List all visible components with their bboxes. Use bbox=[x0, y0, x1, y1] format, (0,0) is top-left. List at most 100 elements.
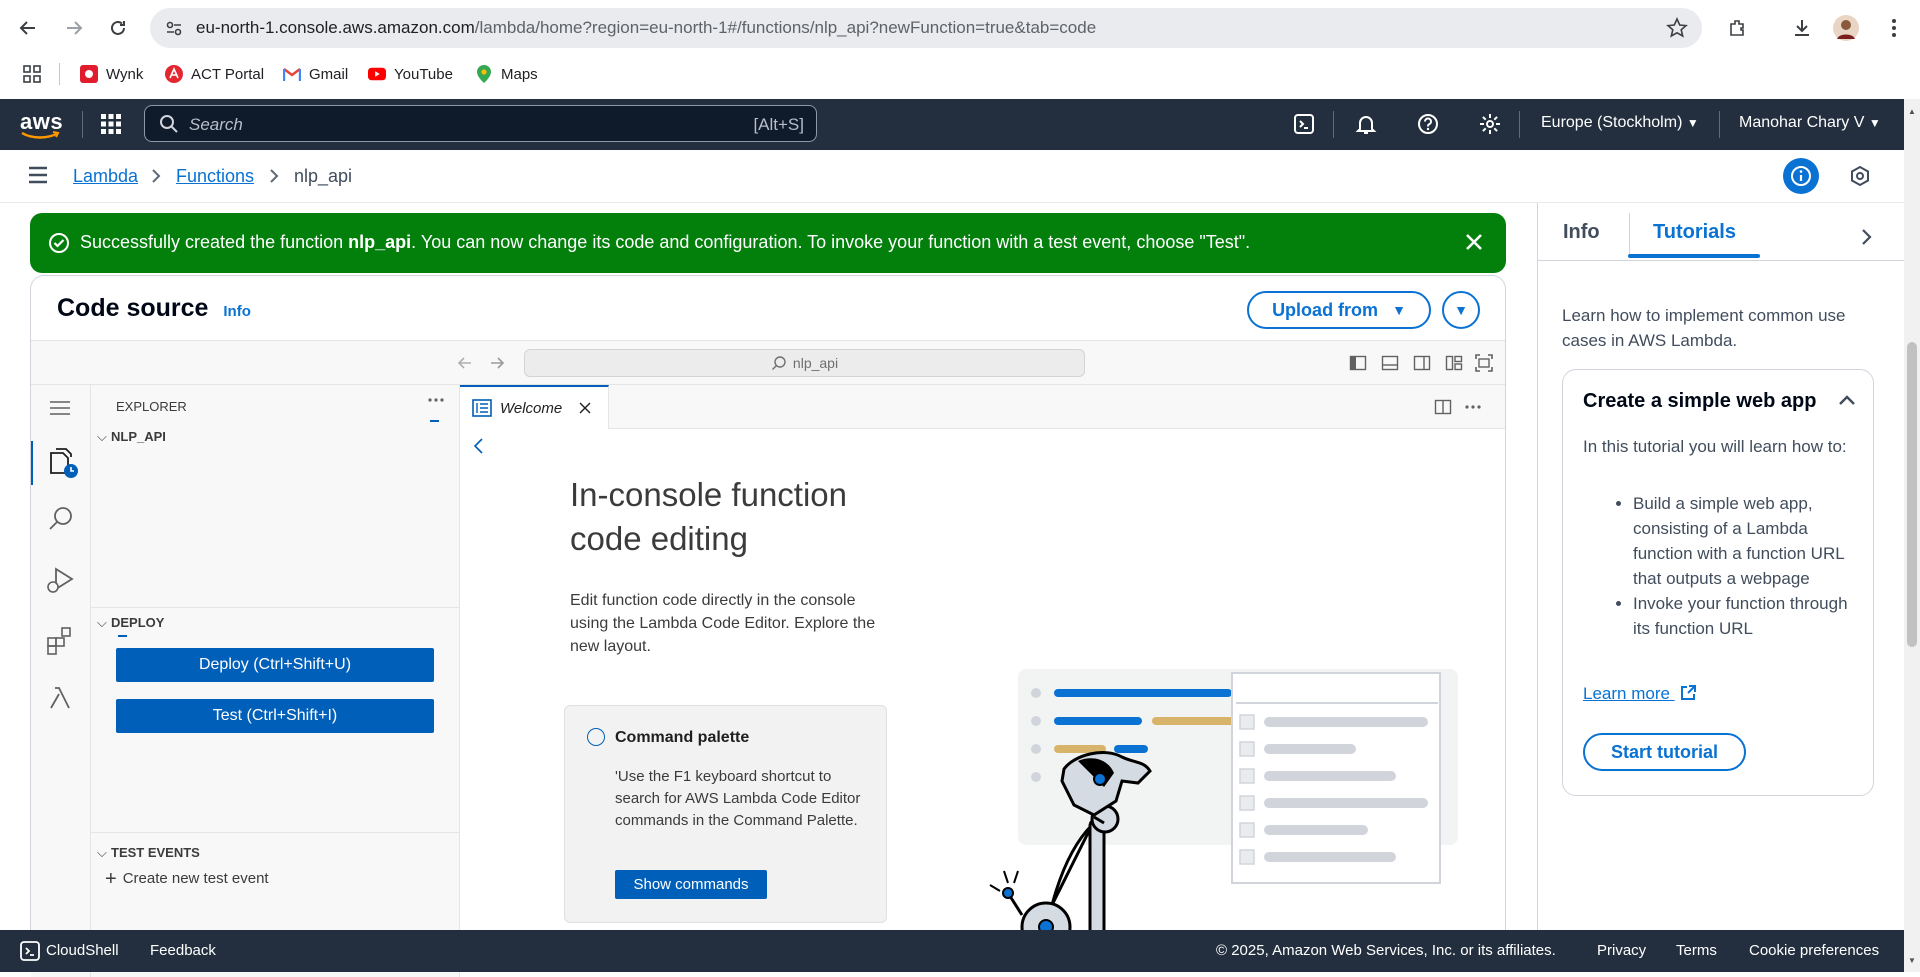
tutorial-card: Create a simple web app In this tutorial… bbox=[1562, 369, 1874, 796]
more-actions-icon[interactable] bbox=[1464, 404, 1482, 410]
code-source-info-link[interactable]: Info bbox=[223, 303, 251, 320]
more-actions-dropdown[interactable]: ▼ bbox=[1442, 291, 1480, 329]
chevron-up-icon[interactable] bbox=[1838, 394, 1856, 406]
explorer-files-icon[interactable] bbox=[45, 445, 79, 479]
terms-link[interactable]: Terms bbox=[1676, 942, 1717, 959]
welcome-title: In-console function code editing bbox=[570, 473, 847, 561]
split-editor-icon[interactable] bbox=[1434, 398, 1452, 416]
code-source-container: Code source Info Upload from ▼ ▼ nlp_api bbox=[30, 275, 1506, 977]
breadcrumb-functions[interactable]: Functions bbox=[176, 166, 254, 187]
reload-icon[interactable] bbox=[104, 14, 132, 42]
caret-down-icon: ▼ bbox=[1686, 116, 1699, 130]
forward-arrow-icon[interactable] bbox=[60, 14, 88, 42]
command-center-search[interactable]: nlp_api bbox=[524, 349, 1085, 377]
bookmark-maps[interactable]: Maps bbox=[475, 62, 538, 86]
back-arrow-icon[interactable] bbox=[456, 354, 474, 372]
scroll-down-icon[interactable]: ▼ bbox=[1908, 956, 1916, 965]
bookmark-label: ACT Portal bbox=[191, 65, 265, 83]
tutorial-title[interactable]: Create a simple web app bbox=[1583, 390, 1816, 413]
success-check-icon bbox=[48, 232, 70, 254]
settings-gear-icon[interactable] bbox=[1478, 112, 1502, 136]
plus-icon: + bbox=[105, 868, 117, 890]
site-info-icon[interactable] bbox=[164, 18, 184, 38]
upload-from-button[interactable]: Upload from ▼ bbox=[1247, 291, 1431, 329]
bookmark-star-icon[interactable] bbox=[1666, 17, 1688, 39]
scrollbar-thumb[interactable] bbox=[1907, 342, 1917, 647]
page-scrollbar[interactable]: ▲ ▼ bbox=[1904, 99, 1920, 972]
feedback-link[interactable]: Feedback bbox=[150, 942, 216, 959]
breadcrumb-lambda[interactable]: Lambda bbox=[73, 166, 138, 187]
bookmark-wynk[interactable]: Wynk bbox=[80, 62, 143, 86]
tab-welcome[interactable]: Welcome bbox=[460, 385, 609, 429]
fullscreen-icon[interactable] bbox=[1475, 354, 1493, 372]
toggle-secondary-sidebar-icon[interactable] bbox=[1413, 354, 1431, 372]
scroll-up-icon[interactable]: ▲ bbox=[1908, 107, 1916, 116]
close-icon[interactable] bbox=[1464, 232, 1484, 252]
tab-info[interactable]: Info bbox=[1563, 221, 1600, 244]
bookmark-gmail[interactable]: Gmail bbox=[283, 62, 348, 86]
upload-from-label: Upload from bbox=[1272, 299, 1379, 320]
chevron-right-icon[interactable] bbox=[1860, 228, 1872, 246]
browser-chrome: eu-north-1.console.aws.amazon.com/lambda… bbox=[0, 0, 1920, 99]
deploy-section-header[interactable]: ⌵ DEPLOY bbox=[91, 615, 460, 637]
account-menu[interactable]: Manohar Chary V ▼ bbox=[1739, 114, 1881, 132]
deploy-button[interactable]: Deploy (Ctrl+Shift+U) bbox=[116, 648, 434, 682]
search-icon[interactable] bbox=[47, 505, 75, 533]
test-events-section-header[interactable]: ⌵ TEST EVENTS bbox=[91, 845, 460, 867]
cloudshell-icon[interactable] bbox=[1292, 112, 1316, 136]
welcome-description: Edit function code directly in the conso… bbox=[570, 592, 876, 655]
start-tutorial-button[interactable]: Start tutorial bbox=[1583, 733, 1746, 771]
applications-icon[interactable] bbox=[1849, 165, 1871, 187]
cookie-preferences-link[interactable]: Cookie preferences bbox=[1749, 942, 1879, 959]
back-arrow-icon[interactable] bbox=[14, 14, 42, 42]
privacy-link[interactable]: Privacy bbox=[1597, 942, 1646, 959]
services-grid-icon[interactable] bbox=[99, 112, 123, 136]
browser-menu-icon[interactable] bbox=[1880, 14, 1908, 42]
learn-more-link[interactable]: Learn more bbox=[1583, 684, 1697, 704]
code-source-title: Code source bbox=[57, 294, 209, 322]
test-button[interactable]: Test (Ctrl+Shift+I) bbox=[116, 699, 434, 733]
show-commands-button[interactable]: Show commands bbox=[615, 870, 767, 899]
run-debug-icon[interactable] bbox=[45, 565, 75, 595]
create-test-event-link[interactable]: + Create new test event bbox=[105, 868, 269, 891]
toggle-primary-sidebar-icon[interactable] bbox=[1349, 354, 1367, 372]
chevron-left-icon[interactable] bbox=[472, 437, 486, 455]
bookmark-act-portal[interactable]: ACT Portal bbox=[165, 62, 264, 86]
region-selector[interactable]: Europe (Stockholm) ▼ bbox=[1541, 114, 1699, 132]
info-panel-toggle[interactable] bbox=[1783, 158, 1819, 194]
welcome-book-icon bbox=[472, 399, 492, 417]
nav-divider bbox=[1333, 111, 1334, 138]
apps-grid-icon[interactable] bbox=[22, 64, 42, 84]
chevron-down-icon: ⌵ bbox=[97, 845, 107, 860]
tab-divider bbox=[1629, 213, 1630, 255]
toggle-panel-icon[interactable] bbox=[1381, 354, 1399, 372]
lambda-icon[interactable] bbox=[47, 685, 73, 711]
notifications-bell-icon[interactable] bbox=[1354, 112, 1378, 136]
forward-arrow-icon[interactable] bbox=[488, 354, 506, 372]
radio-circle-icon[interactable] bbox=[587, 728, 605, 746]
aws-logo[interactable]: aws bbox=[20, 109, 63, 139]
act-portal-icon bbox=[165, 65, 183, 83]
download-icon[interactable] bbox=[1788, 14, 1816, 42]
menu-icon[interactable] bbox=[49, 400, 71, 416]
command-palette-card[interactable]: Command palette 'Use the F1 keyboard sho… bbox=[564, 705, 887, 923]
deploy-section-label: DEPLOY bbox=[111, 615, 165, 630]
global-search-input[interactable]: Search [Alt+S] bbox=[144, 105, 817, 142]
tab-tutorials[interactable]: Tutorials bbox=[1653, 221, 1736, 244]
profile-avatar[interactable] bbox=[1832, 14, 1860, 42]
extensions-icon[interactable] bbox=[1724, 14, 1752, 42]
maps-pin-icon bbox=[475, 65, 493, 83]
more-actions-icon[interactable] bbox=[427, 397, 445, 403]
cloudshell-icon[interactable] bbox=[20, 941, 40, 961]
help-icon[interactable] bbox=[1416, 112, 1440, 136]
close-icon[interactable] bbox=[579, 402, 591, 414]
bookmark-youtube[interactable]: YouTube bbox=[368, 62, 453, 86]
extensions-icon[interactable] bbox=[45, 625, 75, 655]
address-bar[interactable]: eu-north-1.console.aws.amazon.com/lambda… bbox=[150, 8, 1702, 48]
console-footer: CloudShell Feedback © 2025, Amazon Web S… bbox=[0, 930, 1904, 972]
nav-divider bbox=[1519, 111, 1520, 138]
customize-layout-icon[interactable] bbox=[1445, 354, 1463, 372]
hamburger-menu-icon[interactable] bbox=[28, 166, 48, 184]
folder-nlp-api[interactable]: ⌵ NLP_API bbox=[91, 429, 460, 451]
cloudshell-link[interactable]: CloudShell bbox=[46, 942, 119, 959]
